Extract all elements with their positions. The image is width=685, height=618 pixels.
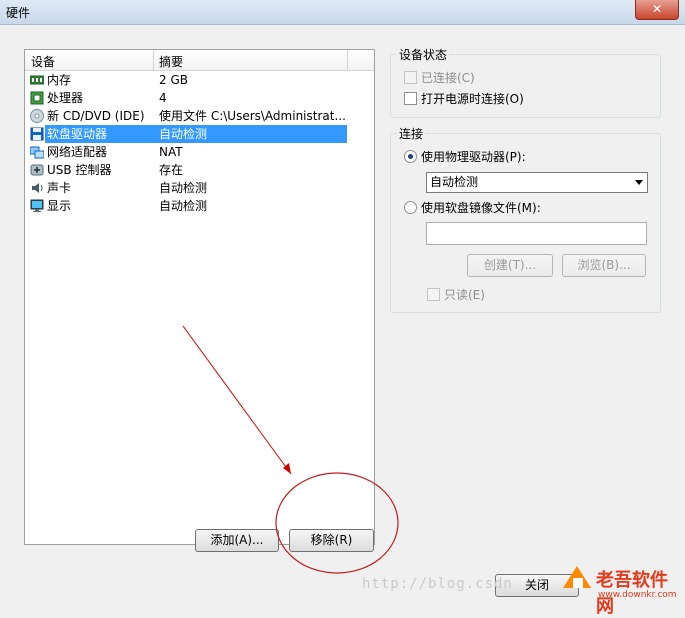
watermark-text: http://blog.csdn <box>362 576 513 592</box>
annotation-arrow-line <box>182 325 292 475</box>
brand-url: www.downkr.com <box>598 590 677 600</box>
annotation-circle <box>275 472 399 574</box>
annotation-overlay <box>182 325 399 574</box>
house-logo-window <box>573 578 583 588</box>
